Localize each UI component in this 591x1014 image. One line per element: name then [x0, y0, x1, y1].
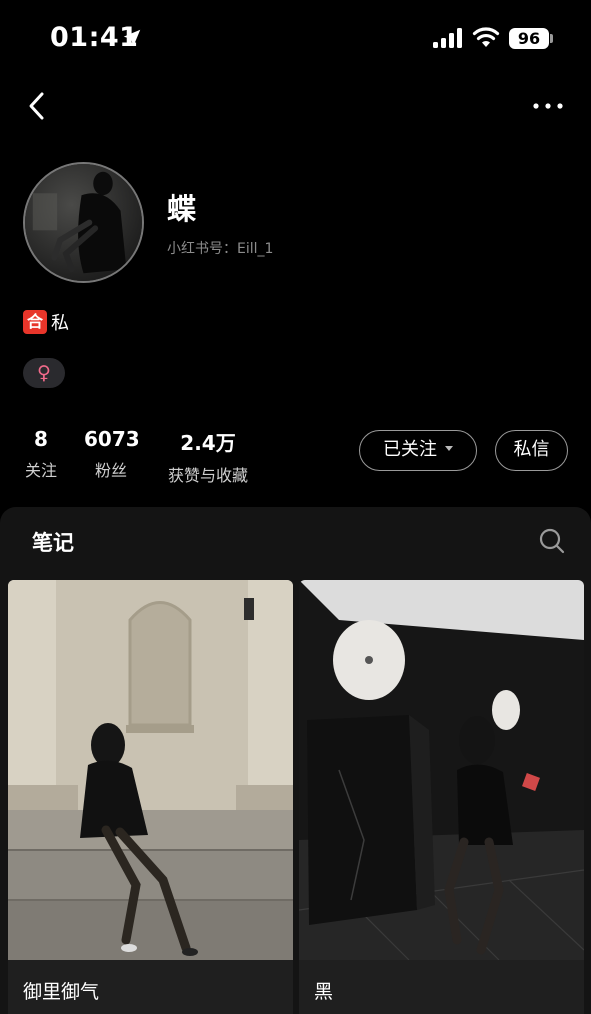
- battery-icon: 96: [509, 28, 549, 49]
- stat-likes[interactable]: 2.4万 获赞与收藏: [162, 427, 254, 486]
- status-bar: 01:41 96: [0, 0, 591, 80]
- tab-notes[interactable]: 笔记: [32, 527, 74, 557]
- wifi-icon: [472, 27, 500, 47]
- caret-down-icon: [445, 445, 453, 451]
- note-title: 黑: [314, 981, 334, 1003]
- following-button[interactable]: 已关注: [359, 430, 477, 471]
- back-icon[interactable]: [22, 88, 54, 124]
- note-cover-image: [8, 580, 293, 960]
- bio-emoji-icon: 合: [23, 310, 47, 334]
- note-cover-image: [299, 580, 584, 960]
- bio: 合 私: [23, 309, 69, 335]
- note-title: 御里御气: [23, 981, 100, 1003]
- stat-following[interactable]: 8 关注: [22, 427, 60, 481]
- stat-following-count: 8: [34, 427, 48, 451]
- stat-followers-count: 6073: [84, 427, 140, 451]
- more-icon[interactable]: [530, 96, 566, 116]
- signal-icon: [433, 28, 462, 48]
- gender-tag: ♀: [23, 358, 65, 388]
- battery-tip: [550, 34, 553, 43]
- message-button-label: 私信: [513, 439, 550, 460]
- redbook-id: 小红书号：Eill_1: [167, 241, 274, 257]
- stat-following-label: 关注: [24, 461, 57, 480]
- stat-followers[interactable]: 6073 粉丝: [84, 427, 140, 481]
- message-button[interactable]: 私信: [495, 430, 568, 471]
- following-button-label: 已关注: [383, 439, 437, 460]
- profile-name: 蝶: [167, 192, 197, 226]
- note-card[interactable]: 黑: [299, 580, 584, 1014]
- stat-likes-count: 2.4万: [180, 431, 236, 455]
- search-icon[interactable]: [538, 527, 566, 555]
- avatar[interactable]: [23, 162, 144, 283]
- notes-panel: 笔记 御里御气 黑: [0, 507, 591, 1014]
- avatar-photo: [25, 164, 142, 281]
- location-arrow-icon: [123, 29, 141, 47]
- stat-likes-label: 获赞与收藏: [167, 466, 248, 485]
- stat-followers-label: 粉丝: [94, 461, 127, 480]
- note-card[interactable]: 御里御气: [8, 580, 293, 1014]
- female-symbol-icon: ♀: [37, 362, 51, 384]
- bio-text: 私: [51, 313, 69, 334]
